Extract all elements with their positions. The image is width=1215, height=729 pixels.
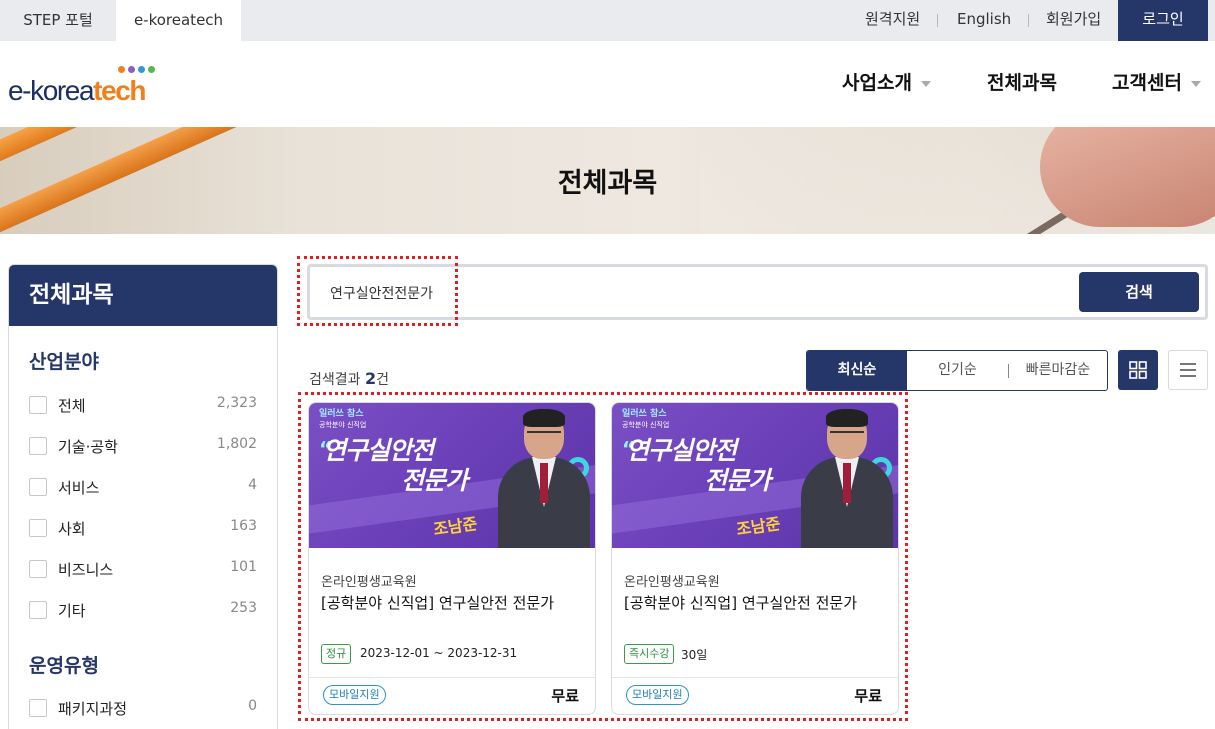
nav-all-courses[interactable]: 전체과목: [987, 68, 1057, 98]
tab-e-koreatech[interactable]: e-koreatech: [116, 0, 241, 41]
list-icon: [1180, 363, 1196, 377]
sort-popular[interactable]: 인기순: [907, 351, 1008, 390]
remote-support-link[interactable]: 원격지원: [865, 0, 920, 41]
filter-label: 전체: [58, 397, 86, 415]
filter-count: 1,802: [216, 436, 257, 452]
course-title[interactable]: [공학분야 신직업] 연구실안전 전문가: [624, 592, 857, 613]
course-org: 온라인평생교육원: [321, 575, 417, 590]
signup-link[interactable]: 회원가입: [1046, 0, 1101, 41]
logo-text: e-koreatech: [8, 75, 147, 106]
industry-group-title: 산업분야: [29, 351, 99, 373]
filter-label: 비즈니스: [58, 561, 114, 579]
utility-bar: STEP 포털 e-koreatech 원격지원 English 회원가입 로그…: [0, 0, 1215, 41]
operation-group-title: 운영유형: [29, 655, 99, 677]
nav-label: 사업소개: [842, 72, 912, 94]
logo-dot-icon: [138, 66, 145, 73]
filter-count: 0: [248, 698, 257, 714]
grid-view-button[interactable]: [1118, 350, 1158, 390]
card-divider: [309, 677, 595, 678]
instructor-photo: [797, 409, 897, 548]
filter-count: 101: [230, 559, 257, 575]
filter-label: 패키지과정: [58, 700, 128, 718]
utility-divider: [1028, 14, 1029, 27]
hero-banner: 전체과목: [0, 127, 1215, 234]
checkbox[interactable]: [29, 560, 47, 578]
course-card[interactable]: 일러쓰 참스 공학분야 신직업 “ 연구실안전 전문가 조남준 온라인평생교육원 …: [611, 402, 899, 715]
filter-item-society[interactable]: 사회 163: [29, 516, 257, 540]
course-org: 온라인평생교육원: [624, 575, 720, 590]
checkbox[interactable]: [29, 437, 47, 455]
course-price: 무료: [854, 687, 882, 705]
nav-label: 고객센터: [1112, 72, 1182, 94]
course-type-badge: 정규: [321, 644, 352, 664]
page-title: 전체과목: [557, 168, 658, 199]
mobile-support-badge: 모바일지원: [626, 685, 689, 705]
instructor-name: 조남준: [432, 514, 479, 539]
search-bar: 검색: [307, 264, 1208, 320]
filter-count: 163: [230, 518, 257, 534]
tab-step-portal[interactable]: STEP 포털: [0, 0, 116, 41]
filter-label: 기술·공학: [58, 438, 118, 456]
thumbnail-title-line2: 전문가: [401, 466, 468, 495]
chevron-down-icon: [920, 80, 931, 87]
logo-dot-icon: [148, 66, 155, 73]
filter-item-etc[interactable]: 기타 253: [29, 598, 257, 622]
instructor-name: 조남준: [735, 514, 782, 539]
filter-item-tech[interactable]: 기술·공학 1,802: [29, 434, 257, 458]
logo-dot-icon: [118, 66, 125, 73]
filter-label: 기타: [58, 602, 86, 620]
filter-count: 4: [248, 477, 257, 493]
nav-customer-center[interactable]: 고객센터: [1112, 68, 1201, 98]
checkbox[interactable]: [29, 519, 47, 537]
checkbox[interactable]: [29, 699, 47, 717]
filter-item-service[interactable]: 서비스 4: [29, 475, 257, 499]
course-period: 2023-12-01 ~ 2023-12-31: [360, 646, 518, 660]
sort-deadline[interactable]: 빠른마감순: [1009, 351, 1107, 390]
card-divider: [612, 677, 898, 678]
sidebar-title: 전체과목: [9, 265, 277, 326]
instructor-photo: [494, 409, 594, 548]
filter-count: 253: [230, 600, 257, 616]
sort-latest[interactable]: 최신순: [807, 351, 907, 390]
course-thumbnail[interactable]: 일러쓰 참스 공학분야 신직업 “ 연구실안전 전문가 조남준: [309, 403, 595, 548]
list-view-button[interactable]: [1168, 350, 1208, 390]
course-card[interactable]: 일러쓰 참스 공학분야 신직업 “ 연구실안전 전문가 조남준 온라인평생교육원 …: [308, 402, 596, 715]
nav-business-intro[interactable]: 사업소개: [842, 68, 931, 98]
filter-item-package[interactable]: 패키지과정 0: [29, 696, 257, 720]
filter-item-business[interactable]: 비즈니스 101: [29, 557, 257, 581]
utility-divider: [937, 14, 938, 27]
course-period: 30일: [681, 648, 708, 662]
course-thumbnail[interactable]: 일러쓰 참스 공학분야 신직업 “ 연구실안전 전문가 조남준: [612, 403, 898, 548]
course-title[interactable]: [공학분야 신직업] 연구실안전 전문가: [321, 592, 554, 613]
filter-count: 2,323: [216, 395, 257, 411]
english-link[interactable]: English: [957, 0, 1011, 41]
login-button[interactable]: 로그인: [1118, 0, 1208, 41]
mobile-support-badge: 모바일지원: [323, 685, 386, 705]
filter-label: 서비스: [58, 479, 100, 497]
thumbnail-title-line2: 전문가: [704, 466, 771, 495]
thumbnail-brand: 일러쓰 참스 공학분야 신직업: [622, 409, 670, 429]
category-sidebar: 전체과목 산업분야 전체 2,323 기술·공학 1,802 서비스 4 사회 …: [8, 264, 278, 729]
filter-label: 사회: [58, 520, 86, 538]
nav-label: 전체과목: [987, 72, 1057, 94]
checkbox[interactable]: [29, 396, 47, 414]
search-input[interactable]: [330, 279, 1070, 307]
checkbox[interactable]: [29, 478, 47, 496]
logo-dot-icon: [128, 66, 135, 73]
grid-icon: [1129, 361, 1147, 379]
filter-item-all[interactable]: 전체 2,323: [29, 393, 257, 417]
thumbnail-brand: 일러쓰 참스 공학분야 신직업: [319, 409, 367, 429]
sort-options: 최신순 인기순 빠른마감순: [806, 350, 1108, 391]
result-count: 검색결과 2건: [309, 369, 390, 388]
course-price: 무료: [551, 687, 579, 705]
search-button[interactable]: 검색: [1079, 272, 1199, 312]
course-type-badge: 즉시수강: [624, 644, 675, 664]
checkbox[interactable]: [29, 601, 47, 619]
chevron-down-icon: [1190, 80, 1201, 87]
